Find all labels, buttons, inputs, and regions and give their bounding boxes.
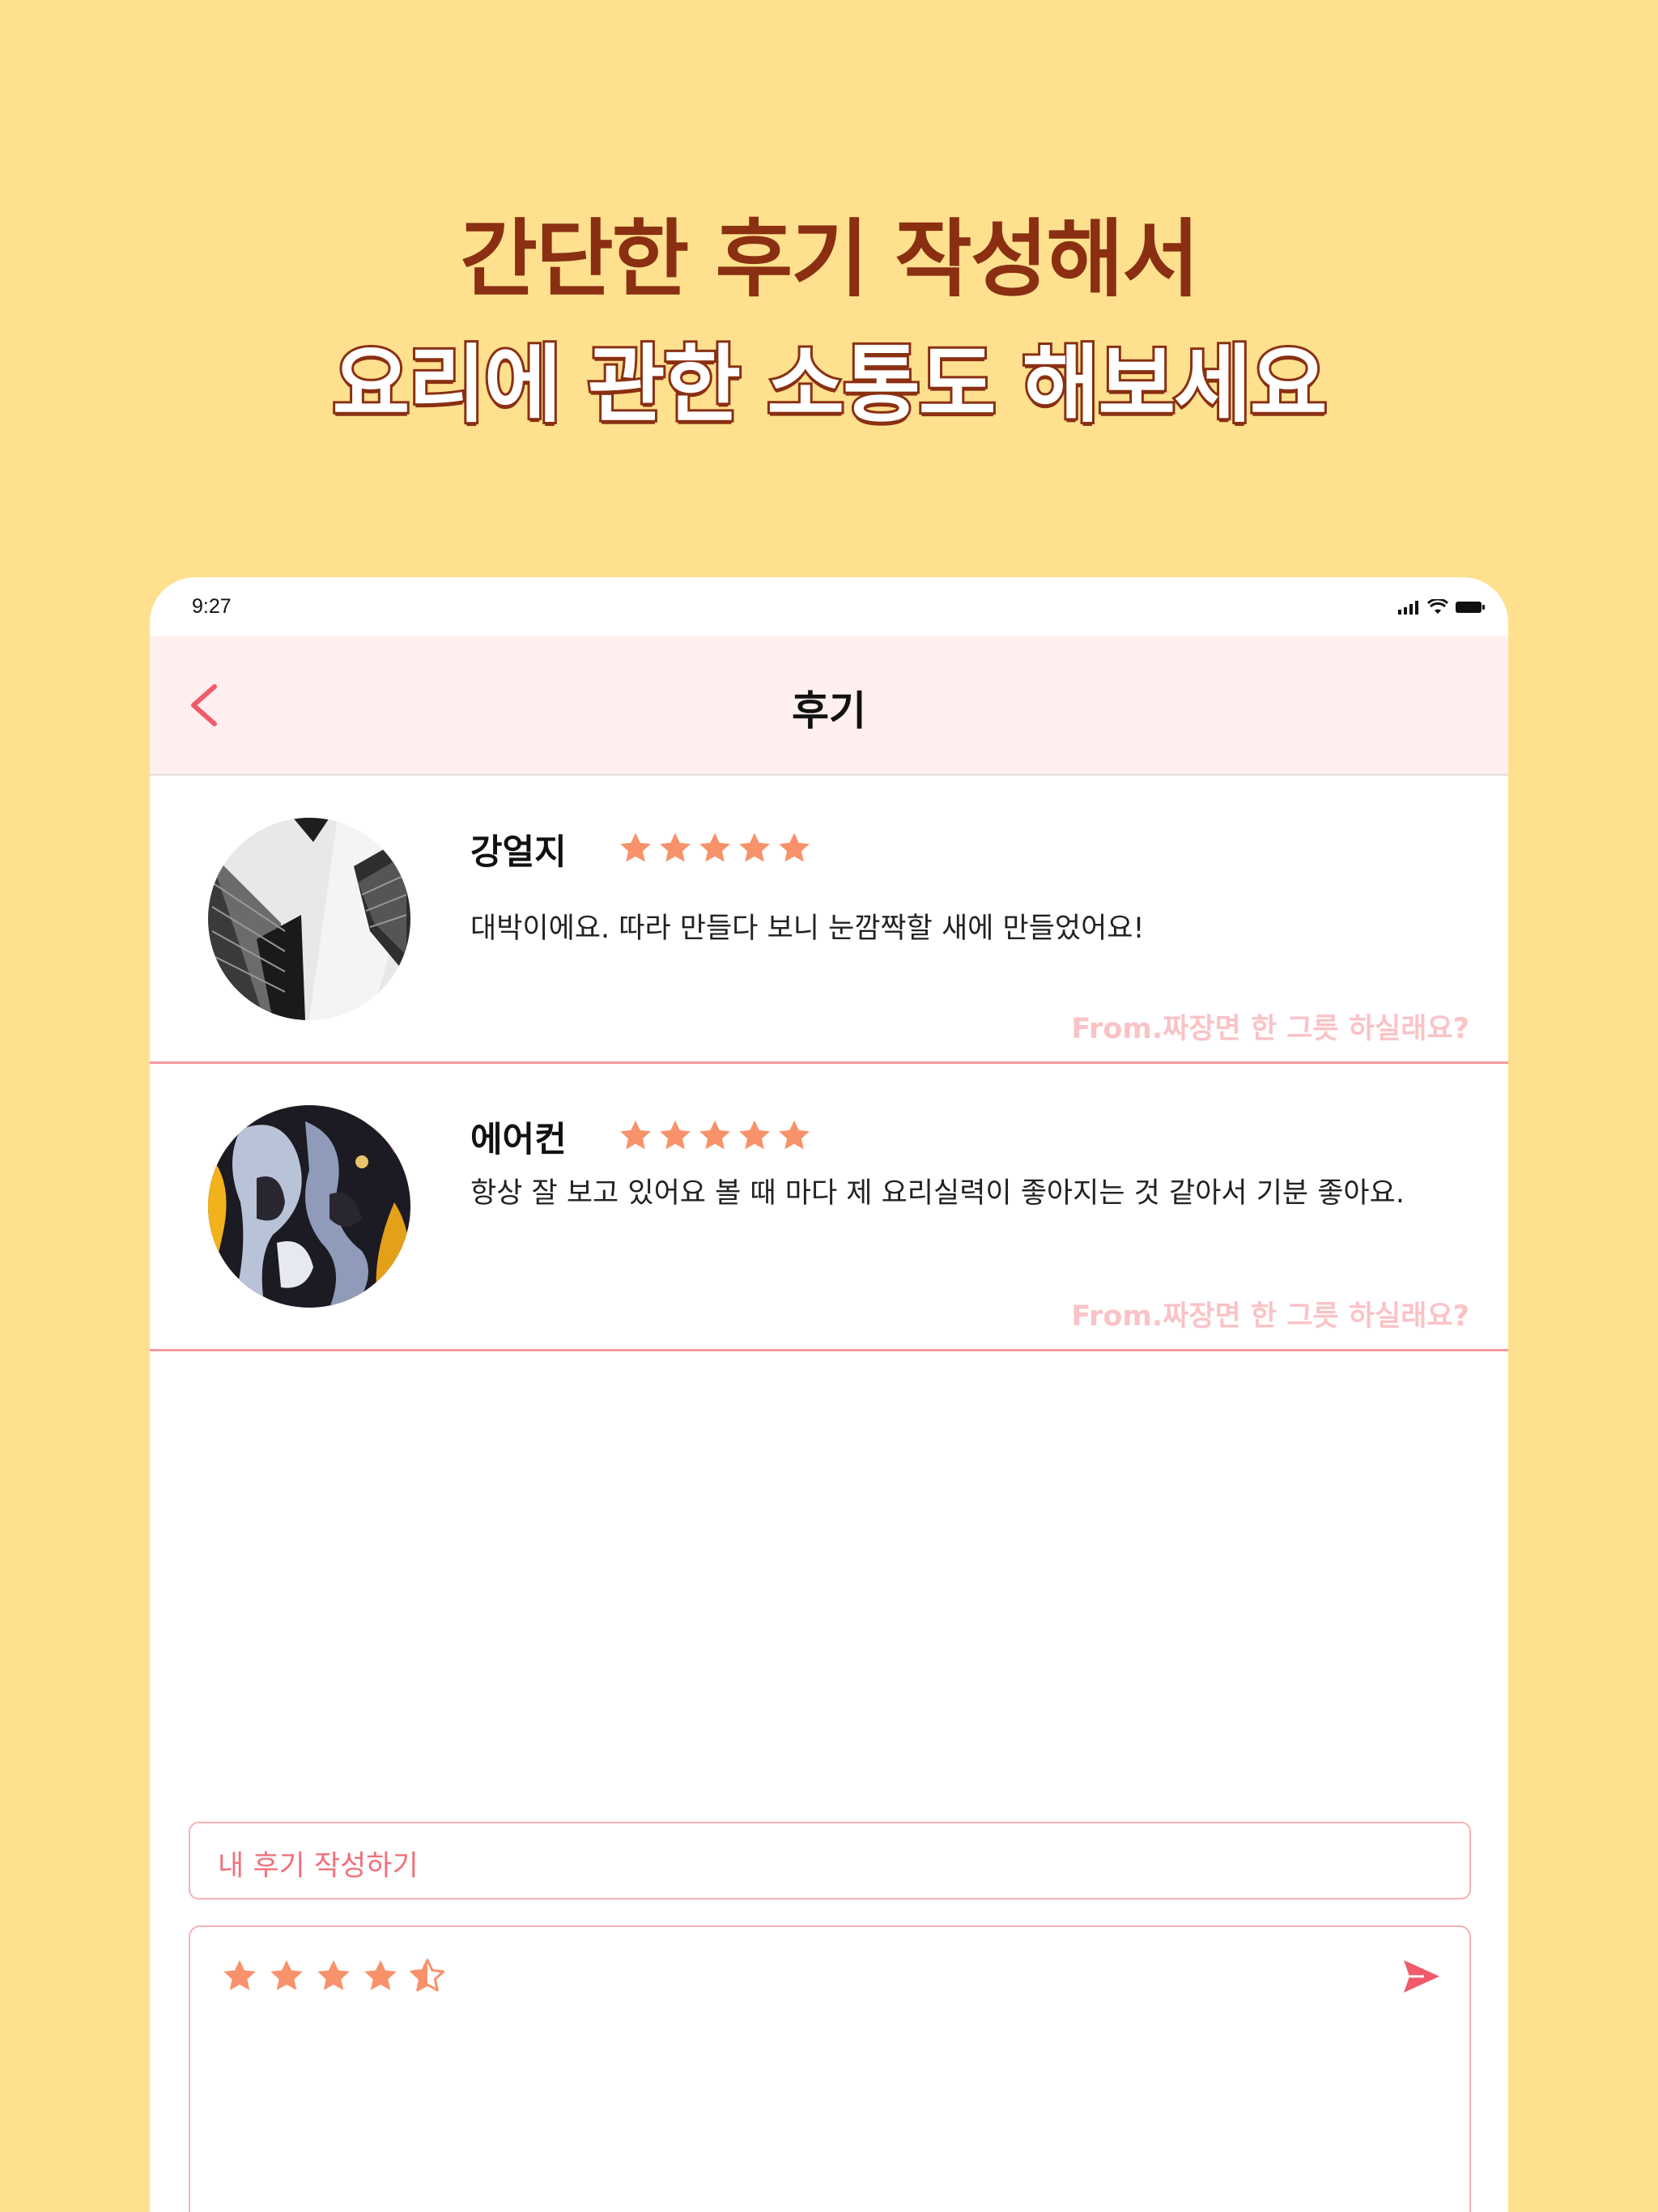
- star-icon: [779, 832, 810, 862]
- status-time: 9:27: [192, 595, 232, 618]
- battery-icon: [1456, 602, 1485, 613]
- star-icon: [739, 1120, 770, 1150]
- review-compose-box[interactable]: [189, 1925, 1471, 2212]
- abstract-paint-photo: [208, 1105, 410, 1308]
- star-icon: [620, 1120, 651, 1150]
- half-star-icon[interactable]: [409, 1958, 446, 1995]
- send-button[interactable]: [1401, 1958, 1442, 1995]
- star-icon: [699, 1120, 730, 1150]
- review-source: From.짜장면 한 그릇 하실래요?: [1071, 1300, 1469, 1333]
- star-icon: [660, 832, 691, 862]
- send-icon: [1404, 1960, 1439, 1993]
- rating-stars: [618, 831, 812, 866]
- reviewer-name: 에어컨: [470, 1120, 567, 1160]
- star-icon[interactable]: [315, 1958, 352, 1995]
- star-icon: [660, 1120, 691, 1150]
- status-bar: 9:27: [150, 577, 1508, 636]
- rating-stars: [618, 1118, 812, 1154]
- star-icon[interactable]: [221, 1958, 258, 1995]
- star-icon: [620, 832, 651, 862]
- page-title: 후기: [792, 687, 866, 734]
- review-text: 대박이에요. 따라 만들다 보니 눈깜짝할 새에 만들었어요!: [470, 912, 1145, 945]
- review-item: 에어컨 항상 잘 보고 있어요 볼 때 마다 제 요리실력이 좋아지는 것 같아…: [150, 1063, 1508, 1351]
- write-review-label: 내 후기 작성하기: [218, 1850, 419, 1882]
- headline-line-2: 요리에 관한 소통도 해보세요: [330, 333, 1330, 436]
- avatar: [208, 818, 410, 1020]
- status-icons: [1398, 598, 1486, 616]
- nav-bar: 후기: [150, 636, 1508, 776]
- reviewer-name: 강얼지: [470, 832, 567, 873]
- building-photo: [208, 818, 410, 1020]
- avatar: [208, 1105, 410, 1308]
- review-item: 강얼지 대박이에요. 따라 만들다 보니 눈깜짝할 새에 만들었어요! From…: [150, 776, 1508, 1064]
- star-icon[interactable]: [362, 1958, 399, 1995]
- star-icon: [699, 832, 730, 862]
- star-icon: [779, 1120, 810, 1150]
- headline-line-1: 간단한 후기 작성해서: [460, 210, 1200, 308]
- rating-selector[interactable]: [221, 1958, 446, 1995]
- review-text: 항상 잘 보고 있어요 볼 때 마다 제 요리실력이 좋아지는 것 같아서 기분…: [470, 1177, 1405, 1210]
- write-review-field[interactable]: 내 후기 작성하기: [189, 1822, 1471, 1899]
- wifi-icon: [1427, 599, 1448, 614]
- star-icon[interactable]: [268, 1958, 305, 1995]
- review-source: From.짜장면 한 그릇 하실래요?: [1071, 1013, 1469, 1045]
- cellular-signal-icon: [1398, 601, 1418, 615]
- device-screen: 9:27 후기 강얼지 대박이에요. 따라 만들다 보니 눈깜짝할 새에 만들었…: [150, 577, 1508, 2212]
- star-icon: [739, 832, 770, 862]
